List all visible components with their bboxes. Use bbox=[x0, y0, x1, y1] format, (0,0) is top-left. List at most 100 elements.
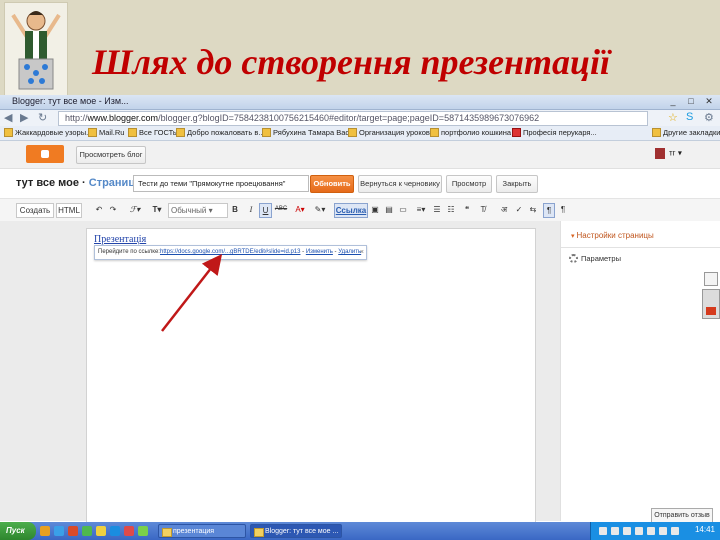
video-icon[interactable]: ▤ bbox=[384, 203, 394, 216]
bookmark-label: Другие закладки bbox=[663, 128, 720, 137]
reload-icon[interactable]: ↻ bbox=[38, 111, 47, 124]
image-icon[interactable]: ▣ bbox=[370, 203, 380, 216]
compose-tab[interactable]: Создать bbox=[16, 203, 54, 218]
html-tab[interactable]: HTML bbox=[56, 203, 82, 218]
bookmark-item[interactable]: Добро пожаловать в... bbox=[176, 128, 265, 137]
maximize-icon[interactable]: □ bbox=[684, 96, 698, 107]
redo-icon[interactable]: ↷ bbox=[108, 203, 118, 216]
presentation-link[interactable]: Презентація bbox=[94, 234, 146, 245]
preview-button[interactable]: Просмотр bbox=[446, 175, 492, 193]
quicklaunch-icon[interactable] bbox=[96, 526, 106, 536]
clear-format-icon[interactable]: T̸ bbox=[478, 203, 488, 216]
link-popup-url[interactable]: https://docs.google.com/...gBRTDE/edit#s… bbox=[160, 249, 300, 255]
back-icon[interactable]: ◀ bbox=[4, 111, 12, 124]
bookmark-icon bbox=[4, 128, 13, 137]
sidebar-divider bbox=[561, 247, 720, 248]
bookmark-item[interactable]: портфолио кошкина ... bbox=[430, 128, 519, 137]
align-icon[interactable]: ≡▾ bbox=[414, 203, 428, 216]
tray-icon[interactable] bbox=[599, 527, 607, 535]
taskbar-item-browser[interactable]: Blogger: тут все мое ... bbox=[250, 524, 342, 538]
bold-icon[interactable]: B bbox=[230, 203, 240, 216]
popup-close-icon[interactable]: × bbox=[360, 246, 364, 259]
rtl-paragraph-icon[interactable]: ¶ bbox=[558, 203, 568, 216]
blog-name: тут все мое bbox=[16, 177, 79, 189]
quicklaunch-icon[interactable] bbox=[124, 526, 134, 536]
quicklaunch-icon[interactable] bbox=[54, 526, 64, 536]
tray-icon[interactable] bbox=[623, 527, 631, 535]
star-icon[interactable]: ☆ bbox=[668, 111, 678, 124]
undo-icon[interactable]: ↶ bbox=[94, 203, 104, 216]
forward-icon[interactable]: ▶ bbox=[20, 111, 28, 124]
link-change[interactable]: Изменить bbox=[306, 249, 333, 255]
bookmark-item[interactable]: Рябухина Тамара Вас... bbox=[262, 128, 355, 137]
quicklaunch-icon[interactable] bbox=[40, 526, 50, 536]
parameters-item[interactable]: Параметры bbox=[569, 254, 621, 263]
view-blog-button[interactable]: Просмотреть блог bbox=[76, 146, 146, 164]
taskbar-item-presentation[interactable]: презентация bbox=[158, 524, 246, 538]
rtl-icon[interactable]: ⇆ bbox=[528, 203, 538, 216]
numbered-list-icon[interactable]: ☰ bbox=[432, 203, 442, 216]
format-select[interactable]: Обычный ▾ bbox=[168, 203, 228, 218]
revert-draft-button[interactable]: Вернуться к черновику bbox=[358, 175, 442, 193]
bookmark-item[interactable]: Организация уроков ... bbox=[348, 128, 438, 137]
user-menu[interactable]: тг ▾ bbox=[655, 148, 682, 159]
send-feedback-button[interactable]: Отправить отзыв bbox=[651, 508, 713, 523]
link-remove[interactable]: Удалить bbox=[338, 249, 361, 255]
translit-icon[interactable]: अ bbox=[498, 203, 510, 216]
link-button[interactable]: Ссылка bbox=[334, 203, 368, 218]
tray-icon[interactable] bbox=[635, 527, 643, 535]
avatar bbox=[655, 148, 665, 159]
strikethrough-icon[interactable]: ABC bbox=[274, 203, 288, 216]
mascot-figure-icon bbox=[11, 11, 61, 90]
close-icon[interactable]: ✕ bbox=[702, 96, 716, 107]
font-size-icon[interactable]: T▾ bbox=[148, 203, 166, 216]
bulleted-list-icon[interactable]: ☷ bbox=[446, 203, 456, 216]
spellcheck-icon[interactable]: ✓ bbox=[514, 203, 524, 216]
windows-taskbar: Пуск презентация Blogger: тут все мое ..… bbox=[0, 522, 720, 540]
gear-icon bbox=[569, 254, 578, 263]
link-popup-label: Перейдите по ссылке: bbox=[98, 249, 160, 255]
tray-icon[interactable] bbox=[611, 527, 619, 535]
browser-tab-title[interactable]: Blogger: тут все мое - Изм... bbox=[12, 96, 129, 106]
bookmark-folder[interactable]: Другие закладки bbox=[652, 128, 720, 137]
blogger-logo-icon[interactable] bbox=[26, 145, 64, 163]
minimize-icon[interactable]: _ bbox=[666, 96, 680, 107]
blogger-top-bar: Просмотреть блог bbox=[0, 141, 720, 169]
bookmark-label: Mail.Ru bbox=[99, 128, 125, 137]
tray-icon[interactable] bbox=[659, 527, 667, 535]
window-controls: _ □ ✕ bbox=[666, 96, 716, 107]
bookmark-item[interactable]: Mail.Ru bbox=[88, 128, 124, 137]
underline-icon[interactable]: U bbox=[259, 203, 272, 218]
quote-icon[interactable]: ❝ bbox=[462, 203, 472, 216]
start-button[interactable]: Пуск bbox=[0, 522, 36, 540]
editor-canvas[interactable]: Презентація Перейдите по ссылке:https://… bbox=[86, 228, 536, 524]
page-settings-header[interactable]: ▾ Настройки страницы bbox=[571, 231, 654, 240]
bookmark-item[interactable]: Жаккардовые узоры... bbox=[4, 128, 92, 137]
wrench-icon[interactable]: ⚙ bbox=[704, 111, 714, 124]
quicklaunch-icon[interactable] bbox=[110, 526, 120, 536]
quicklaunch-icon[interactable] bbox=[68, 526, 78, 536]
quicklaunch-icon[interactable] bbox=[138, 526, 148, 536]
bookmark-icon bbox=[128, 128, 137, 137]
url-field[interactable]: http://www.blogger.com/blogger.g?blogID=… bbox=[58, 111, 648, 126]
widget-square-icon[interactable] bbox=[704, 272, 718, 286]
ltr-paragraph-icon[interactable]: ¶ bbox=[543, 203, 555, 218]
close-button[interactable]: Закрыть bbox=[496, 175, 538, 193]
clock[interactable]: 14:41 bbox=[695, 525, 715, 534]
text-color-icon[interactable]: A▾ bbox=[292, 203, 308, 216]
font-family-icon[interactable]: ℱ▾ bbox=[126, 203, 144, 216]
jump-break-icon[interactable]: ▭ bbox=[398, 203, 408, 216]
highlight-icon[interactable]: ✎▾ bbox=[312, 203, 328, 216]
tray-icon[interactable] bbox=[671, 527, 679, 535]
bookmark-item[interactable]: Все ГОСТы bbox=[128, 128, 178, 137]
bookmark-item[interactable]: Професія перукаря... bbox=[512, 128, 597, 137]
link-popup: Перейдите по ссылке:https://docs.google.… bbox=[94, 245, 367, 260]
post-title-input[interactable]: Тести до теми "Прямокутне проецювання" bbox=[133, 175, 309, 192]
side-widget-icon[interactable] bbox=[702, 289, 720, 319]
quicklaunch-icon[interactable] bbox=[82, 526, 92, 536]
italic-icon[interactable]: I bbox=[246, 203, 256, 216]
update-button[interactable]: Обновить bbox=[310, 175, 354, 193]
skype-icon[interactable]: S bbox=[686, 111, 693, 123]
bookmark-icon bbox=[176, 128, 185, 137]
tray-icon[interactable] bbox=[647, 527, 655, 535]
